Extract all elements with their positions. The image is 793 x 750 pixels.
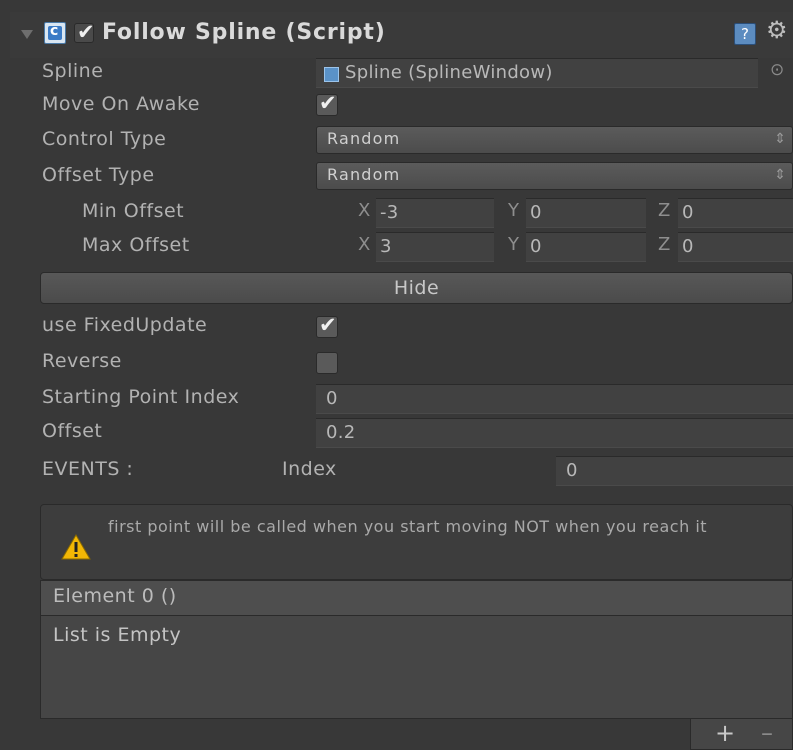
object-icon	[324, 67, 339, 82]
offset-type-value: Random	[327, 165, 401, 184]
inspector-panel: c Follow Spline (Script) ? ⚙ Spline Spli…	[10, 12, 793, 750]
dropdown-arrow-icon: ⇕	[774, 131, 786, 147]
min-offset-y-field[interactable]: 0	[526, 198, 646, 228]
use-fixed-update-label: use FixedUpdate	[42, 314, 208, 336]
min-offset-z-field[interactable]: 0	[678, 198, 793, 228]
component-title: Follow Spline (Script)	[102, 20, 386, 45]
axis-x-label: X	[358, 200, 371, 221]
move-on-awake-label: Move On Awake	[42, 93, 200, 115]
min-offset-z-value: 0	[682, 202, 694, 223]
row-starting-point-index: Starting Point Index 0	[10, 382, 793, 416]
max-offset-y-value: 0	[530, 236, 542, 257]
list-header-label: Element 0 ()	[53, 585, 177, 607]
hide-button[interactable]: Hide	[40, 272, 793, 304]
component-enabled-checkbox[interactable]	[74, 20, 95, 44]
row-events: EVENTS : Index 0	[10, 454, 793, 488]
object-picker-icon[interactable]: ⊙	[770, 60, 784, 80]
gear-icon[interactable]: ⚙	[766, 16, 788, 44]
offset-type-dropdown[interactable]: Random ⇕	[316, 162, 793, 190]
max-offset-x-field[interactable]: 3	[376, 232, 494, 262]
axis-x-label: X	[358, 234, 371, 255]
axis-y-label: Y	[508, 200, 519, 221]
max-offset-y-field[interactable]: 0	[526, 232, 646, 262]
offset-value: 0.2	[326, 422, 356, 443]
axis-z-label: Z	[658, 234, 671, 255]
control-type-value: Random	[327, 129, 401, 148]
dropdown-arrow-icon: ⇕	[774, 167, 786, 183]
min-offset-label: Min Offset	[82, 200, 185, 222]
move-on-awake-checkbox[interactable]	[316, 91, 338, 116]
events-index-label: Index	[282, 458, 337, 480]
remove-icon[interactable]: –	[761, 719, 773, 747]
row-spline: Spline Spline (SplineWindow) ⊙	[10, 56, 793, 90]
row-offset-type: Offset Type Random ⇕	[10, 160, 793, 194]
script-icon: c	[44, 22, 66, 44]
axis-z-label: Z	[658, 200, 671, 221]
max-offset-label: Max Offset	[82, 234, 190, 256]
offset-type-label: Offset Type	[42, 164, 155, 186]
events-index-field[interactable]: 0	[556, 456, 793, 486]
list-body: List is Empty	[40, 615, 793, 719]
help-icon[interactable]: ?	[734, 23, 756, 45]
spline-value: Spline (SplineWindow)	[345, 62, 553, 83]
events-label: EVENTS :	[42, 458, 134, 480]
spline-object-field[interactable]: Spline (SplineWindow)	[316, 58, 758, 88]
max-offset-z-field[interactable]: 0	[678, 232, 793, 262]
row-reverse: Reverse	[10, 346, 793, 380]
list-header: Element 0 ()	[40, 580, 793, 615]
starting-point-index-value: 0	[326, 388, 338, 409]
control-type-label: Control Type	[42, 128, 167, 150]
add-icon[interactable]: +	[715, 719, 735, 747]
max-offset-x-value: 3	[380, 236, 392, 257]
control-type-dropdown[interactable]: Random ⇕	[316, 126, 793, 154]
warning-helpbox: first point will be called when you star…	[40, 504, 793, 580]
list-empty-text: List is Empty	[53, 624, 182, 646]
warning-text: first point will be called when you star…	[108, 517, 708, 536]
list-footer: + –	[690, 719, 793, 750]
reverse-label: Reverse	[42, 350, 122, 372]
reverse-checkbox[interactable]	[316, 352, 338, 374]
min-offset-y-value: 0	[530, 202, 542, 223]
starting-point-index-field[interactable]: 0	[316, 384, 793, 414]
row-use-fixed-update: use FixedUpdate	[10, 310, 793, 344]
axis-y-label: Y	[508, 234, 519, 255]
row-move-on-awake: Move On Awake	[10, 91, 793, 126]
min-offset-x-value: -3	[380, 202, 399, 223]
min-offset-x-field[interactable]: -3	[376, 198, 494, 228]
starting-point-index-label: Starting Point Index	[42, 386, 240, 408]
offset-field[interactable]: 0.2	[316, 418, 793, 448]
warning-icon	[61, 534, 91, 560]
component-header[interactable]: c Follow Spline (Script) ? ⚙	[10, 12, 793, 58]
row-control-type: Control Type Random ⇕	[10, 124, 793, 158]
row-min-offset: Min Offset X -3 Y 0 Z 0	[10, 196, 793, 230]
use-fixed-update-checkbox[interactable]	[316, 313, 338, 338]
events-index-value: 0	[566, 460, 578, 481]
spline-label: Spline	[42, 60, 104, 82]
row-offset: Offset 0.2	[10, 418, 793, 452]
offset-label: Offset	[42, 420, 103, 442]
max-offset-z-value: 0	[682, 236, 694, 257]
row-max-offset: Max Offset X 3 Y 0 Z 0	[10, 232, 793, 266]
triangle-down-icon[interactable]	[20, 29, 34, 41]
